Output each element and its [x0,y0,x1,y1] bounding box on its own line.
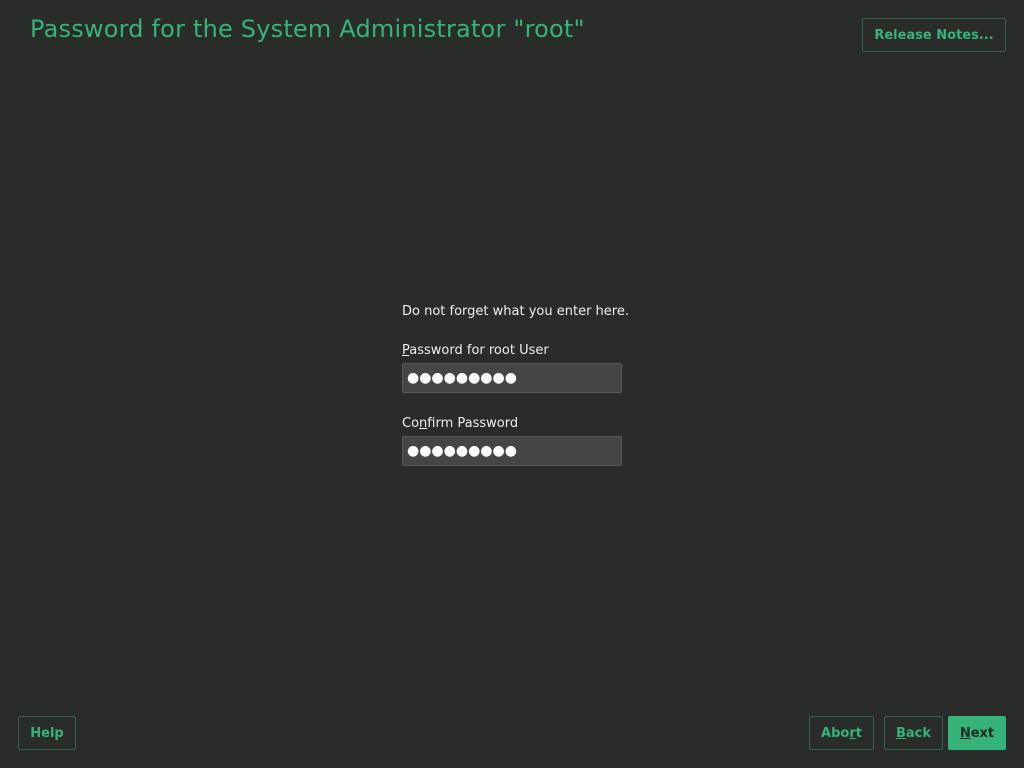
abort-button[interactable]: Abo r t [809,716,874,750]
help-button[interactable]: Help [18,716,76,750]
confirm-password-label: Confirm Password [402,415,622,432]
root-password-form: Do not forget what you enter here. Passw… [402,303,629,466]
password-label: Password for root User [402,342,622,359]
next-label-rest: ext [970,725,995,741]
password-input[interactable]: ●●●●●●●●● [402,363,622,393]
confirm-password-input[interactable]: ●●●●●●●●● [402,436,622,466]
back-label-rest: ack [905,725,932,741]
page-title: Password for the System Administrator "r… [30,15,585,43]
info-text: Do not forget what you enter here. [402,304,629,319]
confirm-label-text: firm Password [427,416,519,431]
password-label-text: assword for root User [409,343,549,358]
back-button[interactable]: Back [884,716,943,750]
confirm-label-text-before: Co [402,416,420,431]
next-button[interactable]: Next [948,716,1006,750]
abort-label-rest: t [855,725,862,741]
next-label-mnemonic: N [959,725,971,741]
abort-label-before: Abo [821,725,850,741]
back-label-mnemonic: B [895,725,906,741]
release-notes-button[interactable]: Release Notes... [862,18,1006,52]
